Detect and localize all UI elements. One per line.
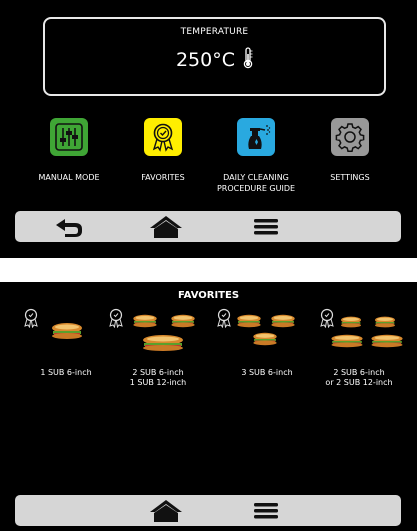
home-icon: [150, 500, 182, 522]
sub-6inch-icon: [171, 314, 195, 328]
menu-icon: [254, 503, 278, 519]
temperature-display[interactable]: TEMPERATURE 250°C: [43, 17, 386, 96]
bottom-navbar: [15, 495, 401, 526]
back-button[interactable]: [51, 214, 87, 239]
sub-6inch-icon: [375, 316, 395, 328]
sliders-icon: [55, 123, 83, 151]
daily-cleaning-button[interactable]: [237, 118, 275, 156]
bottom-navbar: [15, 211, 401, 242]
temperature-label: TEMPERATURE: [180, 27, 249, 37]
settings-button[interactable]: [331, 118, 369, 156]
favorites-button[interactable]: [144, 118, 182, 156]
menu-button[interactable]: [248, 498, 284, 523]
award-ribbon-icon: [217, 308, 231, 328]
sub-6inch-icon: [52, 323, 82, 339]
sub-6inch-icon: [133, 314, 157, 328]
gear-icon: [335, 123, 365, 152]
temperature-row: 250°C: [45, 47, 384, 71]
thermometer-icon: [243, 47, 253, 69]
award-ribbon-icon: [320, 308, 334, 328]
manual-mode-button[interactable]: [50, 118, 88, 156]
award-ribbon-icon: [109, 308, 123, 328]
sub-6inch-icon: [271, 314, 295, 328]
sub-12inch-icon: [371, 334, 403, 348]
settings-label: SETTINGS: [330, 173, 370, 182]
favorites-screen: FAVORITES 1 SUB 6-inch 2 SUB 6-inch 1 SU…: [0, 282, 417, 531]
award-ribbon-icon: [152, 123, 174, 152]
award-ribbon-icon: [24, 308, 38, 328]
sub-12inch-icon: [143, 335, 183, 351]
menu-button[interactable]: [248, 214, 284, 239]
home-button[interactable]: [148, 214, 184, 239]
sub-6inch-icon: [253, 332, 277, 346]
temperature-value: 250°C: [175, 49, 235, 71]
spray-bottle-icon: [248, 125, 271, 149]
home-icon: [150, 216, 182, 238]
favorites-label: FAVORITES: [141, 173, 185, 182]
back-arrow-icon: [56, 219, 82, 237]
home-button[interactable]: [148, 498, 184, 523]
favorite-item-4-label: 2 SUB 6-inch or 2 SUB 12-inch: [325, 368, 393, 387]
sub-6inch-icon: [237, 314, 261, 328]
home-screen: TEMPERATURE 250°C MANUAL MODE FAVORITES …: [0, 0, 417, 258]
favorite-item-2-label: 2 SUB 6-inch 1 SUB 12-inch: [129, 368, 187, 387]
sub-6inch-icon: [341, 316, 361, 328]
daily-cleaning-label: DAILY CLEANING PROCEDURE GUIDE: [216, 173, 296, 193]
manual-mode-label: MANUAL MODE: [38, 173, 100, 182]
sub-12inch-icon: [331, 334, 363, 348]
menu-icon: [254, 219, 278, 235]
favorites-title: FAVORITES: [177, 290, 240, 301]
